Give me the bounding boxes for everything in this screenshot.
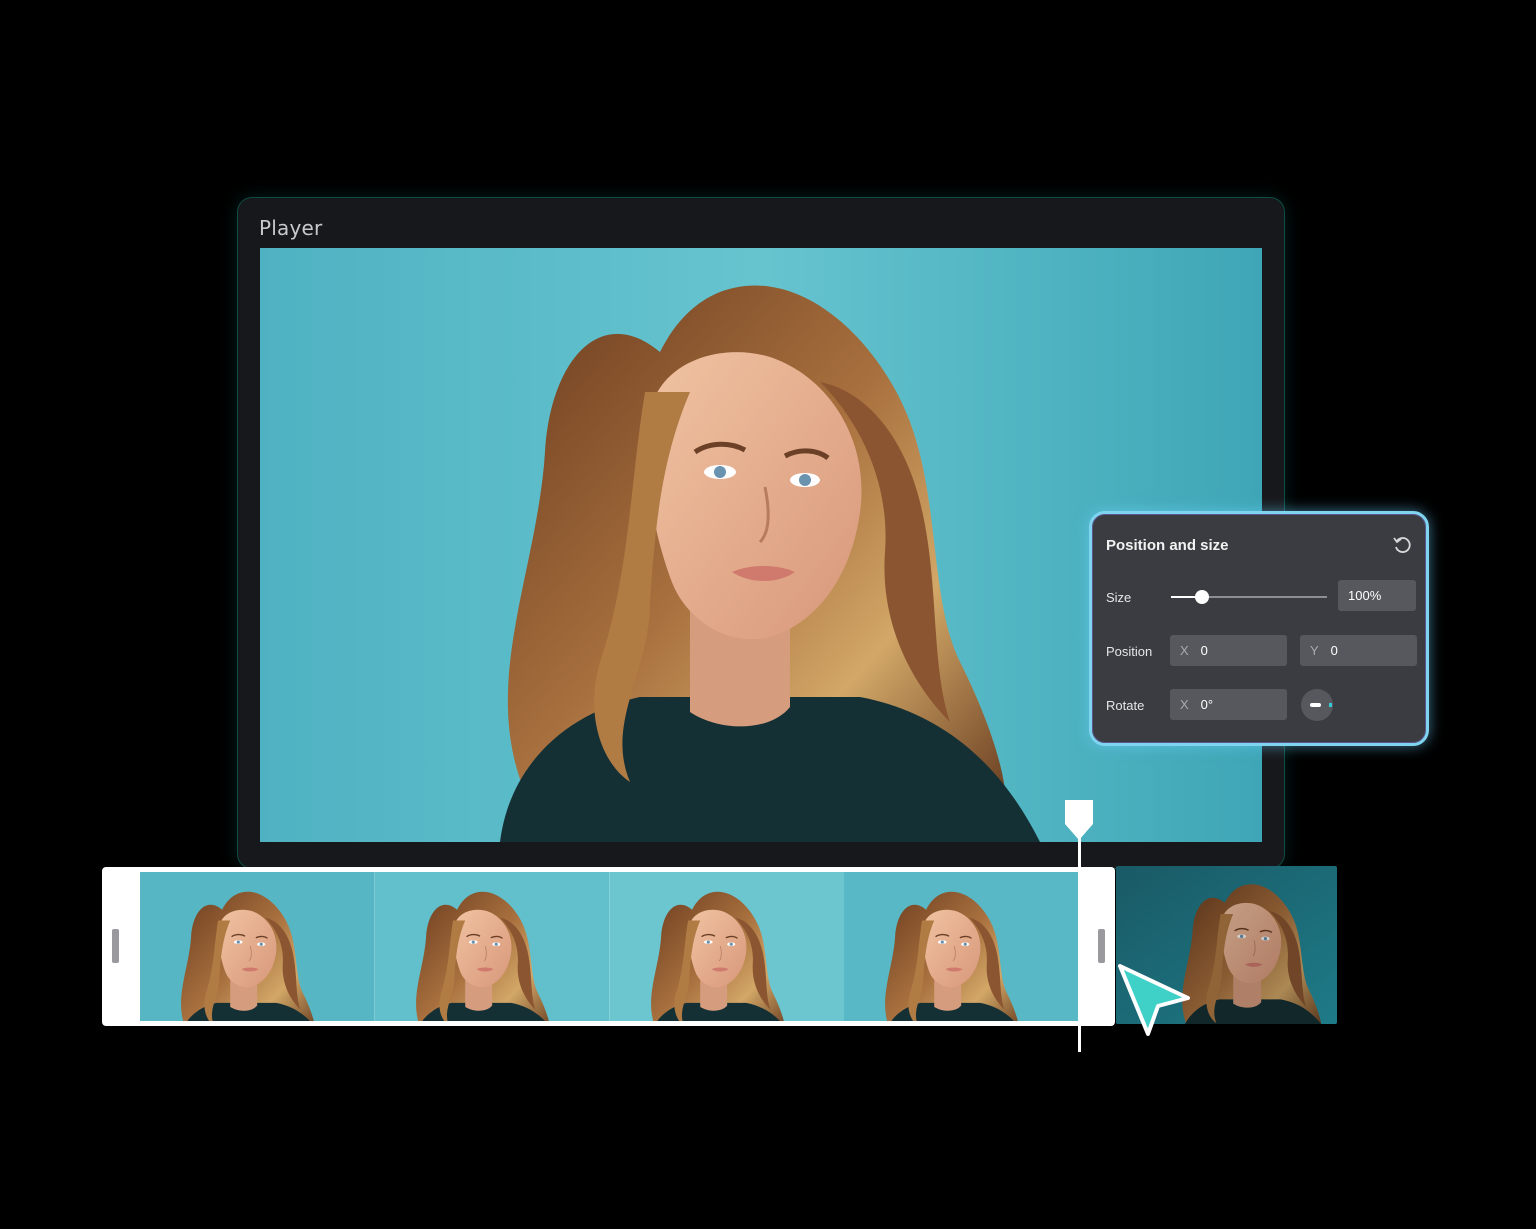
position-x-axis: X [1180, 643, 1189, 658]
size-label: Size [1106, 590, 1132, 605]
cursor-arrow-icon [1118, 964, 1190, 1036]
size-input[interactable]: 100% [1338, 580, 1416, 611]
rotate-dial-icon[interactable] [1301, 689, 1333, 721]
timeline-clip[interactable] [102, 867, 1115, 1026]
position-y-value: 0 [1330, 643, 1338, 658]
panel-title: Position and size [1106, 537, 1229, 554]
player-title: Player [259, 216, 323, 240]
position-y-input[interactable]: Y 0 [1300, 635, 1417, 666]
timeline-frame [609, 872, 845, 1021]
position-y-axis: Y [1310, 643, 1319, 658]
rotate-dial-dash [1310, 703, 1321, 707]
timeline-frames [140, 872, 1079, 1021]
position-label: Position [1106, 644, 1153, 659]
position-x-value: 0 [1200, 643, 1208, 658]
position-size-panel: Position and size Size 100% Position X 0… [1089, 511, 1429, 746]
trim-handle-right[interactable] [1098, 929, 1105, 963]
rotate-x-axis: X [1180, 697, 1189, 712]
playhead-line[interactable] [1078, 820, 1081, 1052]
position-x-input[interactable]: X 0 [1170, 635, 1287, 666]
size-slider[interactable] [1171, 590, 1327, 604]
timeline-frame [844, 872, 1079, 1021]
timeline-frame [374, 872, 610, 1021]
size-slider-thumb[interactable] [1195, 590, 1210, 604]
trim-handle-left[interactable] [112, 929, 119, 963]
rotate-label: Rotate [1106, 698, 1145, 713]
size-value: 100% [1348, 588, 1382, 603]
rotate-dial-tick [1329, 703, 1332, 707]
rotate-x-value: 0° [1200, 697, 1214, 712]
playhead-marker-icon[interactable] [1063, 798, 1095, 842]
reset-icon[interactable] [1392, 535, 1412, 555]
rotate-input[interactable]: X 0° [1170, 689, 1287, 720]
timeline-frame [140, 872, 375, 1021]
